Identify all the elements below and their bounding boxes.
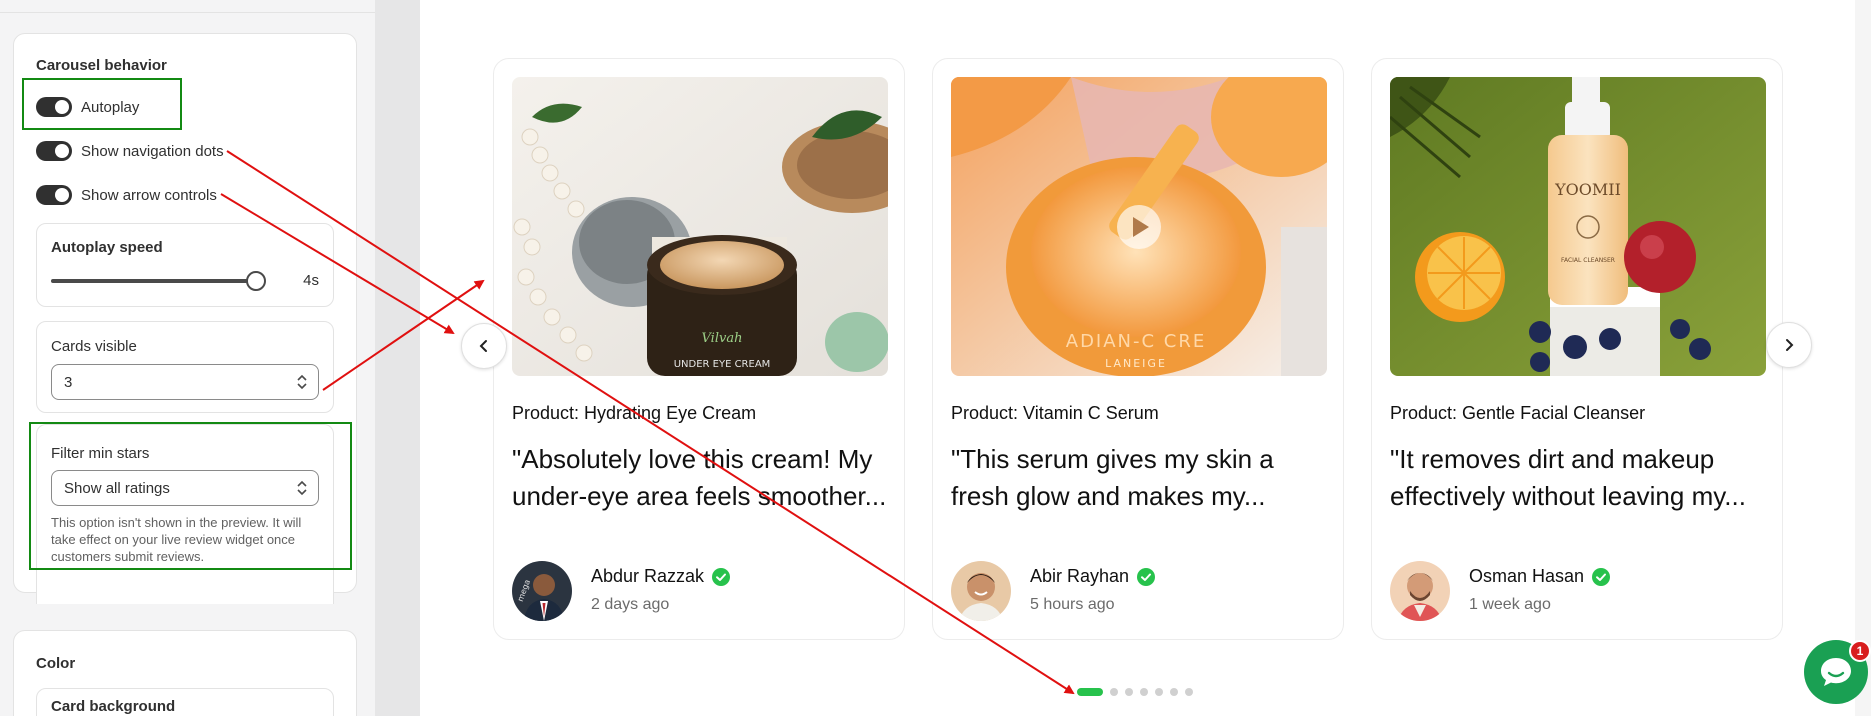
reviewer-name-row: Abdur Razzak [591, 566, 731, 587]
carousel-next-button[interactable] [1766, 322, 1812, 368]
svg-text:LANEIGE: LANEIGE [1105, 357, 1167, 370]
carousel-dot[interactable] [1110, 688, 1118, 696]
review-card: YOOMII FACIAL CLEANSER Product: Gentle F… [1371, 58, 1783, 640]
highlight-autoplay [22, 78, 182, 130]
product-name: Product: Gentle Facial Cleanser [1390, 403, 1646, 423]
carousel-dot[interactable] [1185, 688, 1193, 696]
product-image-facial-cleanser: YOOMII FACIAL CLEANSER [1390, 77, 1766, 376]
chat-notification-badge: 1 [1849, 640, 1871, 662]
color-card: Color Card background [13, 630, 357, 716]
chevron-right-icon [1786, 339, 1794, 351]
avatar: mega [512, 561, 572, 621]
carousel-dots [1077, 687, 1200, 697]
chevron-left-icon [479, 340, 487, 352]
cards-visible-label: Cards visible [51, 338, 137, 355]
product-name: Product: Vitamin C Serum [951, 403, 1159, 423]
review-quote: "This serum gives my skin a fresh glow a… [951, 444, 1274, 511]
carousel-dot[interactable] [1155, 688, 1163, 696]
carousel-dot[interactable] [1140, 688, 1148, 696]
arrow-controls-label: Show arrow controls [81, 186, 217, 204]
nav-dots-toggle-row[interactable]: Show navigation dots [36, 139, 224, 163]
cards-visible-select[interactable]: 3 [51, 364, 319, 400]
svg-text:YOOMII: YOOMII [1554, 180, 1621, 199]
select-chevron-icon [297, 374, 307, 390]
settings-panel: Carousel behavior Autoplay Show navigati… [0, 0, 375, 716]
svg-text:UNDER EYE CREAM: UNDER EYE CREAM [674, 359, 771, 370]
avatar [951, 561, 1011, 621]
review-time: 5 hours ago [1030, 596, 1115, 613]
review-time: 1 week ago [1469, 596, 1551, 613]
autoplay-speed-track[interactable] [51, 279, 259, 283]
highlight-filter [29, 422, 352, 570]
svg-text:ADIAN-C CRE: ADIAN-C CRE [1066, 331, 1207, 352]
reviewer-name: Abdur Razzak [591, 566, 705, 586]
svg-text:Vilvah: Vilvah [702, 331, 743, 346]
autoplay-speed-box: Autoplay speed 4s [36, 223, 334, 307]
product-image-eye-cream: Vilvah UNDER EYE CREAM [512, 77, 888, 376]
color-title: Color [36, 655, 76, 672]
autoplay-speed-thumb[interactable] [246, 271, 266, 291]
reviewer-name-row: Abir Rayhan [1030, 566, 1156, 587]
nav-dots-label: Show navigation dots [81, 142, 224, 160]
card-background-box: Card background [36, 688, 334, 716]
nav-dots-toggle[interactable] [36, 141, 72, 161]
page-scrollbar[interactable] [1855, 0, 1871, 716]
verified-check-icon [1137, 567, 1156, 586]
reviewer-name-row: Osman Hasan [1469, 566, 1611, 587]
cards-visible-box: Cards visible 3 [36, 321, 334, 413]
review-card: Vilvah UNDER EYE CREAM Product: Hydratin… [493, 58, 905, 640]
autoplay-speed-label: Autoplay speed [51, 239, 163, 256]
review-quote: "Absolutely love this cream! My under-ey… [512, 444, 887, 511]
product-name: Product: Hydrating Eye Cream [512, 403, 757, 423]
verified-check-icon [712, 567, 731, 586]
avatar [1390, 561, 1450, 621]
carousel-dot[interactable] [1077, 688, 1103, 696]
review-card: ADIAN-C CRE LANEIGE Product: Vitamin C S… [932, 58, 1344, 640]
review-time: 2 days ago [591, 596, 670, 613]
panel-divider [0, 12, 375, 13]
reviewer-name: Abir Rayhan [1030, 566, 1130, 586]
carousel-dot[interactable] [1170, 688, 1178, 696]
carousel-behavior-title: Carousel behavior [36, 57, 167, 74]
verified-check-icon [1592, 567, 1611, 586]
cards-visible-value: 3 [64, 373, 73, 391]
card-background-label: Card background [51, 698, 176, 715]
autoplay-speed-value: 4s [303, 272, 319, 289]
svg-text:FACIAL CLEANSER: FACIAL CLEANSER [1561, 257, 1615, 264]
chat-bubble-icon [1821, 658, 1851, 686]
reviewer-name: Osman Hasan [1469, 566, 1585, 586]
panel-gutter [375, 0, 420, 716]
arrow-controls-toggle-row[interactable]: Show arrow controls [36, 183, 217, 207]
product-image-vitamin-c-serum: ADIAN-C CRE LANEIGE [951, 77, 1327, 376]
carousel-dot[interactable] [1125, 688, 1133, 696]
arrow-controls-toggle[interactable] [36, 185, 72, 205]
carousel-prev-button[interactable] [461, 323, 507, 369]
review-quote: "It removes dirt and makeup effectively … [1390, 444, 1746, 511]
